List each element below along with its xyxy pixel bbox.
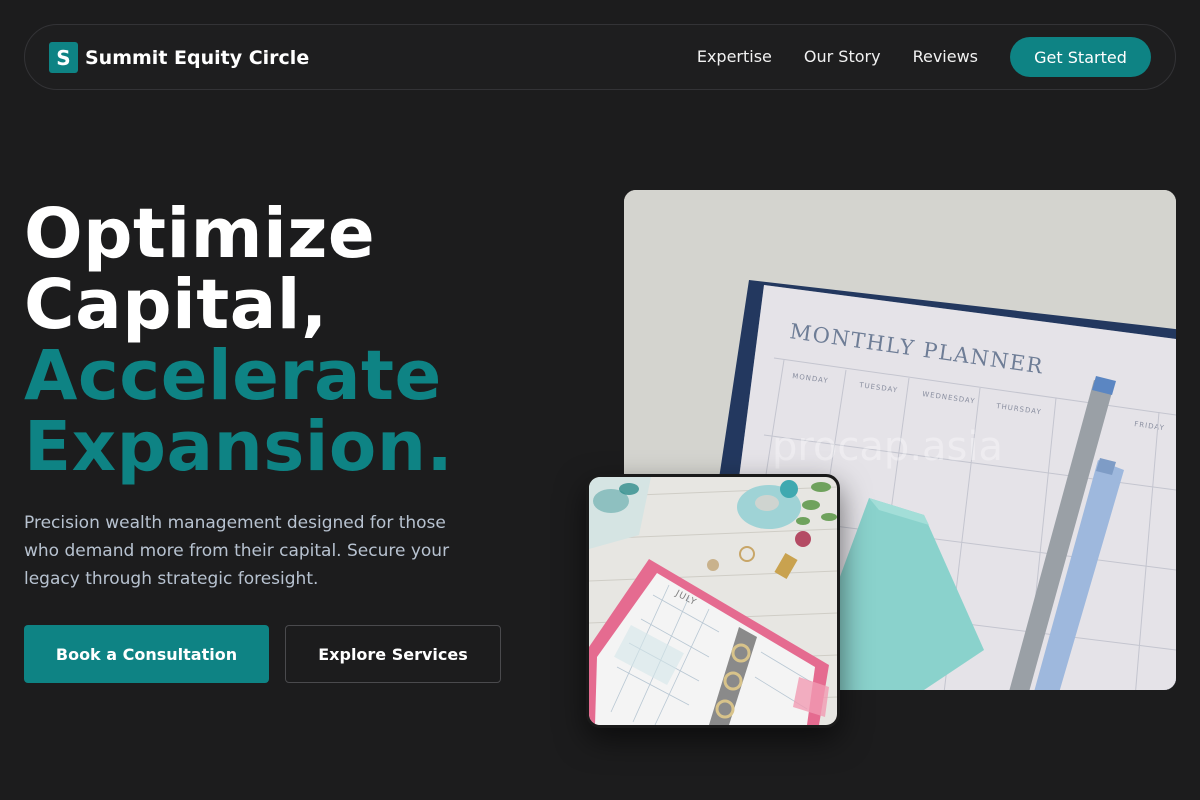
logo-mark: S — [49, 42, 78, 73]
nav-link-reviews[interactable]: Reviews — [913, 37, 978, 77]
brand-logo[interactable]: S Summit Equity Circle — [49, 42, 309, 73]
headline-line-1: Optimize — [24, 194, 376, 274]
nav-link-expertise[interactable]: Expertise — [697, 37, 772, 77]
brand-name: Summit Equity Circle — [85, 46, 310, 69]
binder-photo-illustration: JULY — [589, 477, 837, 725]
headline-accent-line-2: Expansion. — [24, 407, 454, 487]
get-started-button[interactable]: Get Started — [1010, 37, 1151, 77]
book-consultation-button[interactable]: Book a Consultation — [24, 625, 269, 683]
hero-subtext: Precision wealth management designed for… — [24, 513, 450, 589]
top-navbar: S Summit Equity Circle Expertise Our Sto… — [24, 24, 1176, 90]
hero-image-binder: JULY — [586, 474, 840, 728]
headline-line-2: Capital, — [24, 265, 328, 345]
hero-headline: Optimize Capital, Accelerate Expansion. — [24, 199, 453, 483]
nav-link-our-story[interactable]: Our Story — [804, 37, 881, 77]
nav-links: Expertise Our Story Reviews Get Started — [697, 37, 1151, 77]
headline-accent-line-1: Accelerate — [24, 336, 442, 416]
watermark-text: procap.asia — [772, 424, 1003, 470]
explore-services-button[interactable]: Explore Services — [285, 625, 501, 683]
